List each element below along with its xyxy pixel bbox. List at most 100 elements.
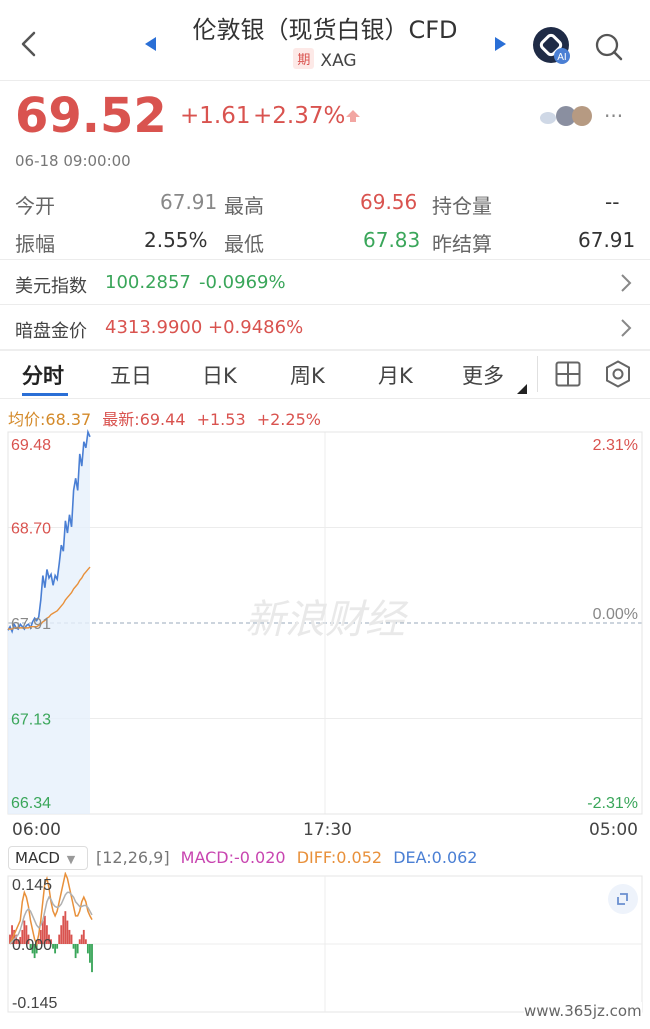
macd-bar bbox=[66, 920, 69, 944]
y-tick-right: 0.00% bbox=[593, 606, 638, 623]
indicator-name: MACD bbox=[15, 849, 60, 867]
macd-y-tick: 0.000 bbox=[12, 937, 52, 954]
macd-bar bbox=[74, 944, 77, 959]
macd-chart[interactable]: 0.145 0.000 -0.145 bbox=[0, 872, 650, 1017]
tab-intraday[interactable]: 分时 bbox=[22, 360, 64, 390]
y-tick-right: 2.31% bbox=[593, 437, 638, 454]
open-interest-value: -- bbox=[605, 190, 620, 214]
x-tick: 06:00 bbox=[12, 820, 61, 840]
chevron-right-icon bbox=[621, 319, 632, 337]
macd-bar bbox=[54, 944, 57, 954]
symbol-label: XAG bbox=[320, 51, 357, 71]
index-row-gold[interactable]: 暗盘金价 4313.9900 +0.9486% bbox=[0, 305, 650, 349]
macd-bar bbox=[80, 934, 83, 944]
macd-bar bbox=[86, 944, 89, 954]
macd-params: [12,26,9] bbox=[96, 848, 170, 867]
more-options-icon[interactable]: ··· bbox=[604, 104, 623, 128]
macd-bar bbox=[64, 911, 67, 944]
tab-weekly-k[interactable]: 周K bbox=[290, 360, 325, 390]
grid-layout-icon[interactable] bbox=[555, 361, 581, 387]
tab-active-indicator bbox=[22, 393, 68, 396]
y-tick-right: -2.31% bbox=[587, 795, 638, 812]
amplitude-value: 2.55% bbox=[144, 228, 208, 252]
macd-bar bbox=[56, 944, 59, 949]
macd-bar bbox=[72, 944, 75, 949]
settlement-value: 67.91 bbox=[578, 228, 636, 252]
y-tick-left: 67.91 bbox=[11, 616, 51, 633]
y-tick-left: 69.48 bbox=[11, 437, 51, 454]
tab-monthly-k[interactable]: 月K bbox=[378, 360, 413, 390]
macd-bar bbox=[89, 944, 91, 963]
last-price: 69.52 bbox=[15, 88, 167, 144]
chart-watermark: 新浪财经 bbox=[245, 597, 409, 643]
chart-info-bar: 均价:68.37 最新:69.44 +1.53 +2.25% bbox=[8, 406, 321, 430]
macd-bar bbox=[70, 934, 73, 944]
macd-bar bbox=[60, 925, 63, 944]
high-label: 最高 bbox=[224, 194, 264, 218]
expand-chart-button[interactable] bbox=[608, 884, 638, 914]
quote-time: 06-18 09:00:00 bbox=[15, 152, 131, 170]
chevron-down-icon: ▼ bbox=[66, 853, 76, 866]
tab-separator bbox=[537, 356, 538, 392]
indicator-selector[interactable]: MACD ▼ bbox=[8, 846, 88, 870]
macd-value: MACD:-0.020 bbox=[180, 848, 286, 867]
high-value: 69.56 bbox=[360, 190, 418, 214]
expand-icon bbox=[617, 893, 628, 905]
weibo-icon bbox=[540, 106, 592, 126]
x-tick: 17:30 bbox=[303, 820, 352, 840]
open-label: 今开 bbox=[15, 194, 55, 218]
next-arrow-icon[interactable] bbox=[492, 36, 508, 52]
macd-bar bbox=[68, 929, 71, 944]
avg-price: 均价:68.37 bbox=[8, 410, 92, 429]
latest-change-pct: +2.25% bbox=[256, 410, 321, 429]
price-change-pct: +2.37% bbox=[253, 103, 346, 129]
low-label: 最低 bbox=[224, 232, 264, 256]
open-value: 67.91 bbox=[160, 190, 218, 214]
latest-change: +1.53 bbox=[196, 410, 246, 429]
macd-bar bbox=[78, 939, 81, 944]
index-change: -0.0969% bbox=[199, 272, 286, 293]
settings-icon[interactable] bbox=[604, 360, 632, 388]
y-tick-left: 68.70 bbox=[11, 521, 51, 538]
y-tick-left: 67.13 bbox=[11, 712, 51, 729]
x-axis: 06:00 17:30 05:00 bbox=[0, 820, 650, 842]
social-avatars[interactable] bbox=[538, 104, 598, 128]
macd-info: [12,26,9] MACD:-0.020 DIFF:0.052 DEA:0.0… bbox=[96, 848, 477, 867]
footer-watermark: www.365jz.com bbox=[524, 1002, 642, 1020]
macd-bar bbox=[82, 929, 85, 944]
ai-assistant-icon[interactable]: AI bbox=[532, 26, 572, 66]
nav-bar: 伦敦银（现货白银）CFD 期 XAG AI bbox=[0, 0, 650, 80]
search-icon[interactable] bbox=[594, 32, 624, 62]
price-change: +1.61 bbox=[180, 103, 251, 129]
macd-bar bbox=[76, 944, 79, 954]
index-value: 100.2857 bbox=[105, 272, 191, 293]
dea-value: DEA:0.062 bbox=[393, 848, 478, 867]
settlement-label: 昨结算 bbox=[432, 232, 492, 256]
macd-bar bbox=[62, 915, 65, 944]
amplitude-label: 振幅 bbox=[15, 232, 55, 256]
futures-tag: 期 bbox=[293, 48, 315, 69]
svg-text:AI: AI bbox=[557, 52, 566, 63]
tab-five-day[interactable]: 五日 bbox=[110, 360, 152, 390]
x-tick: 05:00 bbox=[589, 820, 638, 840]
tab-daily-k[interactable]: 日K bbox=[202, 360, 237, 390]
macd-y-tick: 0.145 bbox=[12, 877, 52, 894]
macd-bar bbox=[52, 944, 54, 949]
macd-bar bbox=[84, 939, 87, 944]
y-tick-left: 66.34 bbox=[11, 795, 51, 812]
index-row-usd[interactable]: 美元指数 100.2857 -0.0969% bbox=[0, 260, 650, 304]
index-value: 4313.9900 bbox=[105, 317, 203, 338]
index-name: 暗盘金价 bbox=[15, 321, 87, 342]
index-name: 美元指数 bbox=[15, 276, 87, 297]
index-change: +0.9486% bbox=[208, 317, 304, 338]
macd-bar bbox=[58, 934, 61, 944]
macd-y-tick: -0.145 bbox=[12, 995, 57, 1012]
low-value: 67.83 bbox=[363, 228, 421, 252]
dropdown-corner-icon bbox=[517, 384, 527, 394]
stats-row-1: 今开 67.91 最高 69.56 持仓量 -- bbox=[0, 190, 650, 226]
diff-value: DIFF:0.052 bbox=[296, 848, 383, 867]
intraday-chart[interactable]: 新浪财经 69.48 68.70 67.91 67.13 66.34 2.31% 0.00%… bbox=[0, 428, 650, 820]
open-interest-label: 持仓量 bbox=[432, 194, 492, 218]
latest-price: 最新:69.44 bbox=[102, 410, 186, 429]
tab-more[interactable]: 更多 bbox=[462, 360, 504, 390]
